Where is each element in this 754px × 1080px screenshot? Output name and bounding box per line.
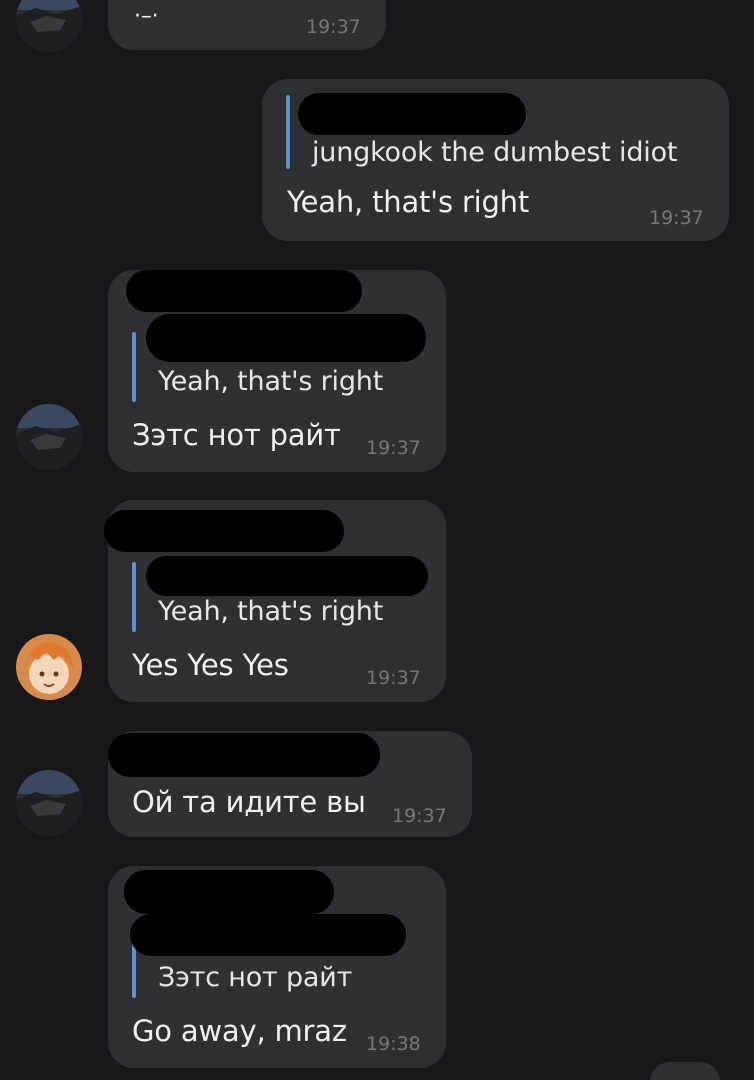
reply-quote-bar [286, 95, 290, 169]
message-bubble-incoming[interactable]: ·–· 19:37 [108, 0, 386, 50]
reply-quote-text: Yeah, that's right [158, 596, 384, 627]
avatar[interactable] [16, 0, 82, 52]
landscape-avatar-icon [16, 404, 82, 470]
message-timestamp: 19:37 [649, 207, 704, 229]
message-bubble-incoming[interactable]: Ой та идите вы 19:37 [108, 731, 472, 837]
redacted-sender-name [126, 270, 362, 312]
anime-character-avatar-icon [16, 634, 82, 700]
message-bubble-incoming[interactable]: Yeah, that's right Yes Yes Yes 19:37 [104, 500, 446, 702]
reply-quote-bar [132, 332, 136, 402]
avatar[interactable] [16, 770, 82, 836]
reply-quote-text: Зэтс нот райт [158, 962, 353, 993]
message-text: Go away, mraz [132, 1014, 347, 1048]
message-text: Yes Yes Yes [132, 648, 289, 682]
redacted-sender-name [104, 510, 344, 552]
message-timestamp: 19:37 [306, 16, 361, 38]
redacted-quoted-name [130, 914, 406, 956]
message-text: Yeah, that's right [287, 185, 530, 219]
message-bubble-incoming[interactable]: Yeah, that's right Зэтс нот райт 19:37 [108, 270, 446, 472]
redacted-sender-name [298, 93, 526, 135]
redacted-quoted-name [146, 314, 426, 362]
message-bubble-incoming[interactable]: Зэтс нот райт Go away, mraz 19:38 [108, 866, 446, 1068]
message-timestamp: 19:37 [366, 667, 421, 689]
redacted-quoted-name [146, 556, 428, 596]
redacted-sender-name [108, 733, 380, 777]
avatar[interactable] [16, 634, 82, 700]
chat-window: ·–· 19:37 jungkook the dumbest idiot Yea… [0, 0, 754, 1080]
message-text: Зэтс нот райт [132, 418, 341, 452]
reply-quote-text: Yeah, that's right [158, 366, 384, 397]
message-text: ·–· [134, 4, 159, 29]
landscape-avatar-icon [16, 0, 82, 52]
redacted-sender-name [124, 870, 334, 914]
message-text: Ой та идите вы [132, 785, 366, 819]
avatar[interactable] [16, 404, 82, 470]
message-bubble-outgoing[interactable]: jungkook the dumbest idiot Yeah, that's … [262, 79, 729, 241]
reply-quote-bar [132, 562, 136, 632]
reply-quote-text: jungkook the dumbest idiot [312, 137, 678, 168]
message-timestamp: 19:37 [366, 437, 421, 459]
landscape-avatar-icon [16, 770, 82, 836]
message-timestamp: 19:37 [392, 805, 447, 827]
message-timestamp: 19:38 [366, 1033, 421, 1055]
message-bubble-outgoing[interactable] [650, 1062, 720, 1080]
